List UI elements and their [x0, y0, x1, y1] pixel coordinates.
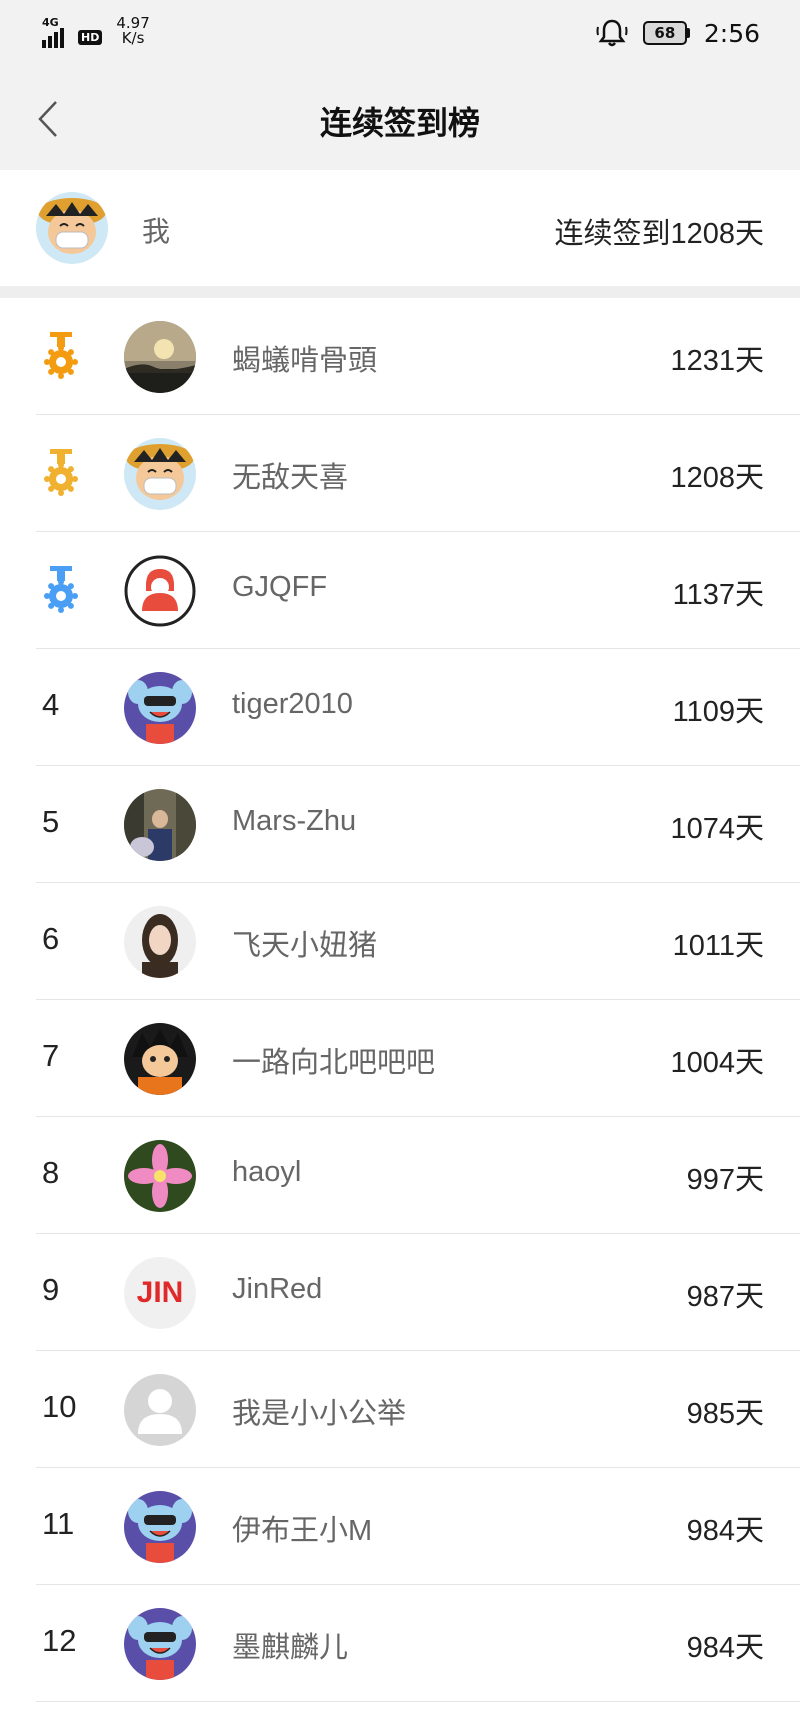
user-name: 飞天小妞猪: [232, 930, 378, 962]
avatar: [36, 192, 108, 264]
user-name: 伊布王小M: [232, 1515, 373, 1547]
leaderboard-row[interactable]: 6 飞天小妞猪 1011天: [0, 883, 800, 1000]
leaderboard-list: 蝎蟻啃骨頭 1231天无敌天喜 1208天 GJQFF 1137天 4 tiger2010 1…: [0, 298, 800, 1702]
leaderboard-row[interactable]: 11 伊布王小M 984天: [0, 1468, 800, 1585]
rank-number: 12: [42, 1623, 77, 1658]
streak-days: 1231天: [670, 345, 764, 377]
leaderboard-row[interactable]: 10 我是小小公举 985天: [0, 1351, 800, 1468]
user-name: 我是小小公举: [232, 1398, 407, 1430]
streak-days: 1208天: [670, 462, 764, 494]
streak-days: 1004天: [670, 1047, 764, 1079]
streak-days: 997天: [686, 1164, 764, 1196]
leaderboard-row[interactable]: 7 一路向北吧吧吧 1004天: [0, 1000, 800, 1117]
leaderboard-row[interactable]: 4 tiger2010 1109天: [0, 649, 800, 766]
streak-days: 985天: [686, 1398, 764, 1430]
status-right: 68 2:56: [595, 18, 760, 48]
speed-unit: K/s: [121, 29, 145, 47]
leaderboard-row[interactable]: 12 墨麒麟儿 984天: [0, 1585, 800, 1702]
rank-number: 11: [42, 1506, 75, 1541]
user-name: GJQFF: [232, 571, 328, 603]
leaderboard-row[interactable]: 无敌天喜 1208天: [0, 415, 800, 532]
user-name: haoyl: [232, 1156, 302, 1188]
clock: 2:56: [703, 18, 760, 48]
my-streak: 连续签到1208天: [554, 218, 764, 250]
user-name: tiger2010: [232, 688, 353, 720]
bell-icon: [596, 19, 628, 47]
avatar: [124, 1608, 196, 1680]
avatar: [124, 789, 196, 861]
section-divider: [0, 286, 800, 298]
rank-number: 6: [42, 921, 60, 956]
avatar: [124, 906, 196, 978]
avatar: JIN: [124, 1257, 196, 1329]
streak-days: 984天: [686, 1632, 764, 1664]
silver-medal-icon: [44, 449, 78, 496]
avatar: [124, 438, 196, 510]
streak-days: 984天: [686, 1515, 764, 1547]
user-name: 一路向北吧吧吧: [232, 1047, 436, 1079]
status-left: 4G HD 4.97 K/s: [42, 16, 150, 48]
leaderboard-row[interactable]: 9 JIN JinRed 987天: [0, 1234, 800, 1351]
avatar: [124, 1140, 196, 1212]
rank-number: 10: [42, 1389, 77, 1424]
gold-medal-icon: [44, 332, 78, 379]
streak-days: 1109天: [672, 696, 764, 728]
rank-number: 7: [42, 1038, 60, 1073]
hd-badge: HD: [78, 30, 103, 45]
leaderboard-row[interactable]: 蝎蟻啃骨頭 1231天: [0, 298, 800, 415]
rank-number: 5: [42, 804, 60, 839]
signal-icon: 4G: [42, 16, 72, 48]
user-name: JinRed: [232, 1273, 323, 1305]
my-rank-row[interactable]: 我 连续签到1208天: [0, 170, 800, 286]
rank-number: 8: [42, 1155, 60, 1190]
streak-days: 1137天: [672, 579, 764, 611]
avatar: [124, 555, 196, 627]
bronze-medal-icon: [44, 566, 78, 613]
status-bar: 4G HD 4.97 K/s 68 2:56: [0, 0, 800, 68]
streak-days: 987天: [686, 1281, 764, 1313]
battery-level: 68: [642, 21, 687, 45]
streak-days: 1074天: [670, 813, 764, 845]
user-name: 无敌天喜: [232, 462, 349, 494]
network-speed: 4.97 K/s: [116, 16, 149, 46]
leaderboard-row[interactable]: 5 Mars-Zhu 1074天: [0, 766, 800, 883]
user-name: 墨麒麟儿: [232, 1632, 349, 1664]
page-title: 连续签到榜: [319, 105, 480, 141]
leaderboard-row[interactable]: 8 haoyl 997天: [0, 1117, 800, 1234]
battery-icon: 68: [642, 21, 690, 45]
leaderboard-row[interactable]: GJQFF 1137天: [0, 532, 800, 649]
svg-text:JIN: JIN: [137, 1276, 184, 1309]
streak-days: 1011天: [672, 930, 764, 962]
user-name: 蝎蟻啃骨頭: [232, 345, 378, 377]
my-name: 我: [142, 216, 171, 247]
avatar: [124, 1374, 196, 1446]
avatar: [124, 321, 196, 393]
avatar: [124, 672, 196, 744]
avatar: [124, 1023, 196, 1095]
rank-number: 4: [42, 687, 60, 722]
nav-bar: 连续签到榜: [0, 68, 800, 170]
rank-number: 9: [42, 1272, 60, 1307]
user-name: Mars-Zhu: [232, 805, 357, 837]
avatar: [124, 1491, 196, 1563]
